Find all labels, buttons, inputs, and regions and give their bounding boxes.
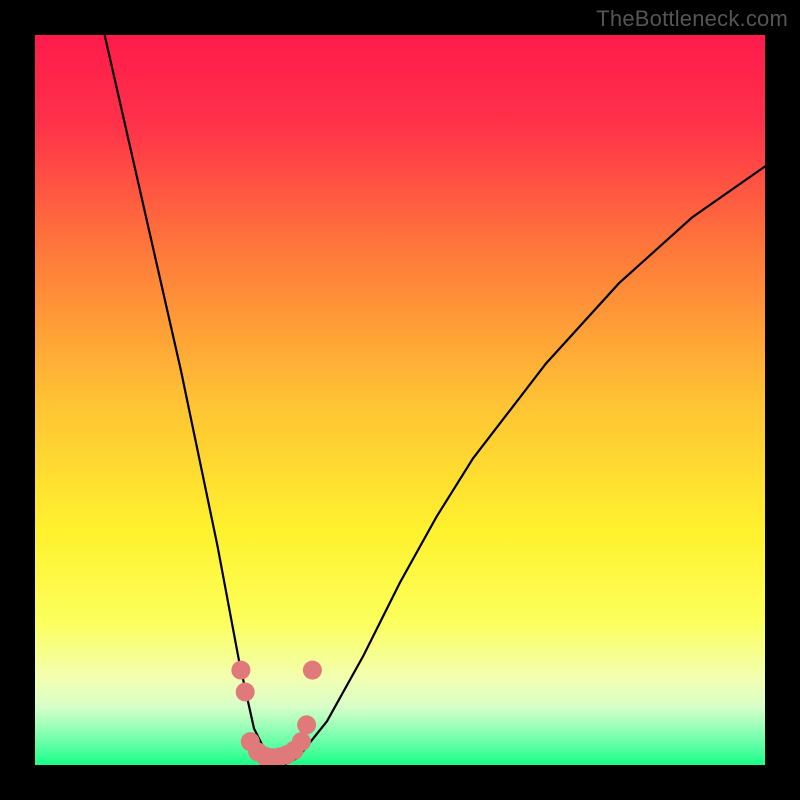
highlight-markers xyxy=(231,661,322,765)
chart-overlay xyxy=(35,35,765,765)
plot-area xyxy=(35,35,765,765)
marker-dot xyxy=(231,661,250,680)
watermark-text: TheBottleneck.com xyxy=(596,6,788,32)
marker-dot xyxy=(297,715,316,734)
marker-dot xyxy=(292,732,311,751)
marker-dot xyxy=(303,661,322,680)
marker-dot xyxy=(236,683,255,702)
chart-frame: TheBottleneck.com xyxy=(0,0,800,800)
bottleneck-curve xyxy=(35,35,765,765)
